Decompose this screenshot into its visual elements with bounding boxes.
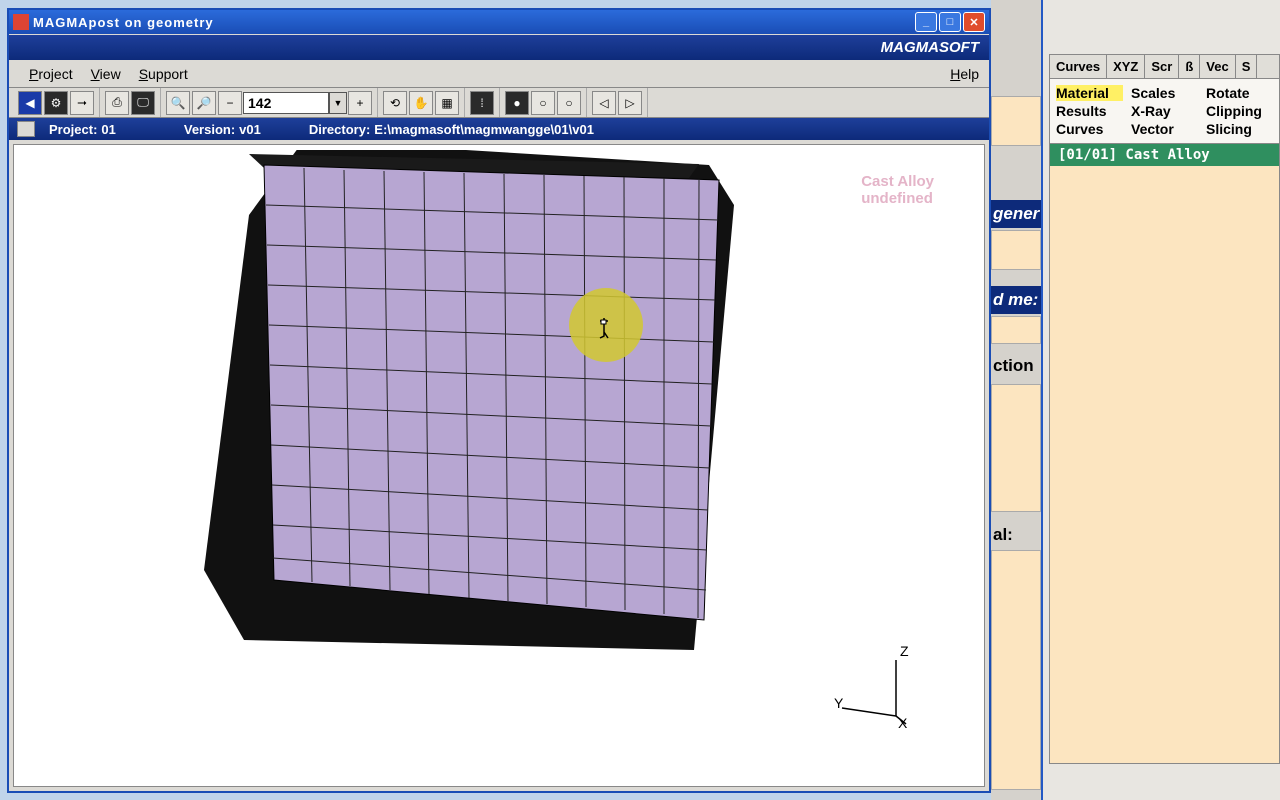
grid-slicing[interactable]: Slicing xyxy=(1206,121,1273,137)
brand-label: MAGMASOFT xyxy=(881,39,979,56)
door-icon[interactable]: ◀ xyxy=(18,91,42,115)
prev-icon[interactable]: ◁ xyxy=(592,91,616,115)
grid-curves[interactable]: Curves xyxy=(1056,121,1123,137)
background-window-fragment: gener d me: ction al: xyxy=(991,0,1043,800)
info-bar: Project: 01 Version: v01 Directory: E:\m… xyxy=(9,118,989,140)
right-dock: gener d me: ction al: Curves XYZ Scr ß V… xyxy=(991,0,1280,800)
legend-line2: undefined xyxy=(861,190,934,207)
panel-button-grid: Material Scales Rotate Results X-Ray Cli… xyxy=(1050,79,1279,143)
directory-value: E:\magmasoft\magmwangge\01\v01 xyxy=(374,122,594,137)
material-legend: Cast Alloy undefined xyxy=(861,173,934,207)
gear-icon[interactable]: ⚙ xyxy=(44,91,68,115)
plus-icon[interactable]: + xyxy=(348,91,372,115)
material-list[interactable]: [01/01] Cast Alloy xyxy=(1050,143,1279,763)
grid-scales[interactable]: Scales xyxy=(1131,85,1198,101)
close-button[interactable]: ✕ xyxy=(963,12,985,32)
run-icon[interactable]: ⭢ xyxy=(70,91,94,115)
axis-z-label: Z xyxy=(900,646,909,659)
maximize-button[interactable]: □ xyxy=(939,12,961,32)
viewport-container: Cast Alloy undefined Z Y X xyxy=(9,140,989,791)
grid-material[interactable]: Material xyxy=(1056,85,1123,101)
grid-xray[interactable]: X-Ray xyxy=(1131,103,1198,119)
panel-tabs: Curves XYZ Scr ß Vec S xyxy=(1050,55,1279,79)
brand-bar: MAGMASOFT xyxy=(9,34,989,60)
zoom-in-icon[interactable]: 🔍 xyxy=(166,91,190,115)
grid-clipping[interactable]: Clipping xyxy=(1206,103,1273,119)
tab-scr[interactable]: Scr xyxy=(1145,55,1179,78)
menubar: Project View Support Help xyxy=(9,60,989,88)
directory-label: Directory: xyxy=(309,122,370,137)
grid-results[interactable]: Results xyxy=(1056,103,1123,119)
axis-orientation: Z Y X xyxy=(834,646,924,736)
main-window: MAGMApost on geometry _ □ ✕ MAGMASOFT Pr… xyxy=(7,8,991,793)
axis-y-label: Y xyxy=(834,695,844,711)
legend-line1: Cast Alloy xyxy=(861,173,934,190)
project-value: 01 xyxy=(101,122,115,137)
window-buttons: _ □ ✕ xyxy=(915,12,985,32)
titlebar: MAGMApost on geometry _ □ ✕ xyxy=(9,10,989,34)
menu-project[interactable]: Project xyxy=(29,66,73,82)
zoom-input[interactable] xyxy=(243,92,329,114)
grid-vector[interactable]: Vector xyxy=(1131,121,1198,137)
menu-view[interactable]: View xyxy=(91,66,121,82)
filled-circle-icon[interactable]: ● xyxy=(505,91,529,115)
collapse-icon[interactable] xyxy=(17,121,35,137)
print-icon[interactable]: ⎙ xyxy=(105,91,129,115)
tab-vec[interactable]: Vec xyxy=(1200,55,1235,78)
next-icon[interactable]: ▷ xyxy=(618,91,642,115)
tab-s[interactable]: S xyxy=(1236,55,1258,78)
hex-icon[interactable]: ○ xyxy=(531,91,555,115)
tab-curves[interactable]: Curves xyxy=(1050,55,1107,78)
version-label: Version: xyxy=(184,122,235,137)
menu-help[interactable]: Help xyxy=(950,66,979,82)
project-label: Project: xyxy=(49,122,97,137)
box-icon[interactable]: ▦ xyxy=(435,91,459,115)
pan-icon[interactable]: ✋ xyxy=(409,91,433,115)
list-item-cast-alloy[interactable]: [01/01] Cast Alloy xyxy=(1050,144,1279,166)
window-title: MAGMApost on geometry xyxy=(33,15,915,30)
grid-rotate[interactable]: Rotate xyxy=(1206,85,1273,101)
tab-beta[interactable]: ß xyxy=(1179,55,1200,78)
traffic-icon[interactable]: ⁞ xyxy=(470,91,494,115)
control-panel: Curves XYZ Scr ß Vec S Material Scales R… xyxy=(1049,54,1280,764)
circle-icon[interactable]: ○ xyxy=(557,91,581,115)
version-value: v01 xyxy=(239,122,261,137)
axis-x-label: X xyxy=(898,715,908,731)
toolbar: ◀ ⚙ ⭢ ⎙ 🖵 🔍 🔎 − ▼ + ⟲ ✋ ▦ ⁞ ● ○ ○ xyxy=(9,88,989,118)
minimize-button[interactable]: _ xyxy=(915,12,937,32)
rotate-icon[interactable]: ⟲ xyxy=(383,91,407,115)
zoom-out-icon[interactable]: 🔎 xyxy=(192,91,216,115)
minus-icon[interactable]: − xyxy=(218,91,242,115)
app-icon xyxy=(13,14,29,30)
tab-xyz[interactable]: XYZ xyxy=(1107,55,1145,78)
viewport-3d[interactable]: Cast Alloy undefined Z Y X xyxy=(13,144,985,787)
model-geometry xyxy=(194,150,944,710)
monitor-icon[interactable]: 🖵 xyxy=(131,91,155,115)
zoom-dropdown[interactable]: ▼ xyxy=(329,92,347,114)
menu-support[interactable]: Support xyxy=(139,66,188,82)
